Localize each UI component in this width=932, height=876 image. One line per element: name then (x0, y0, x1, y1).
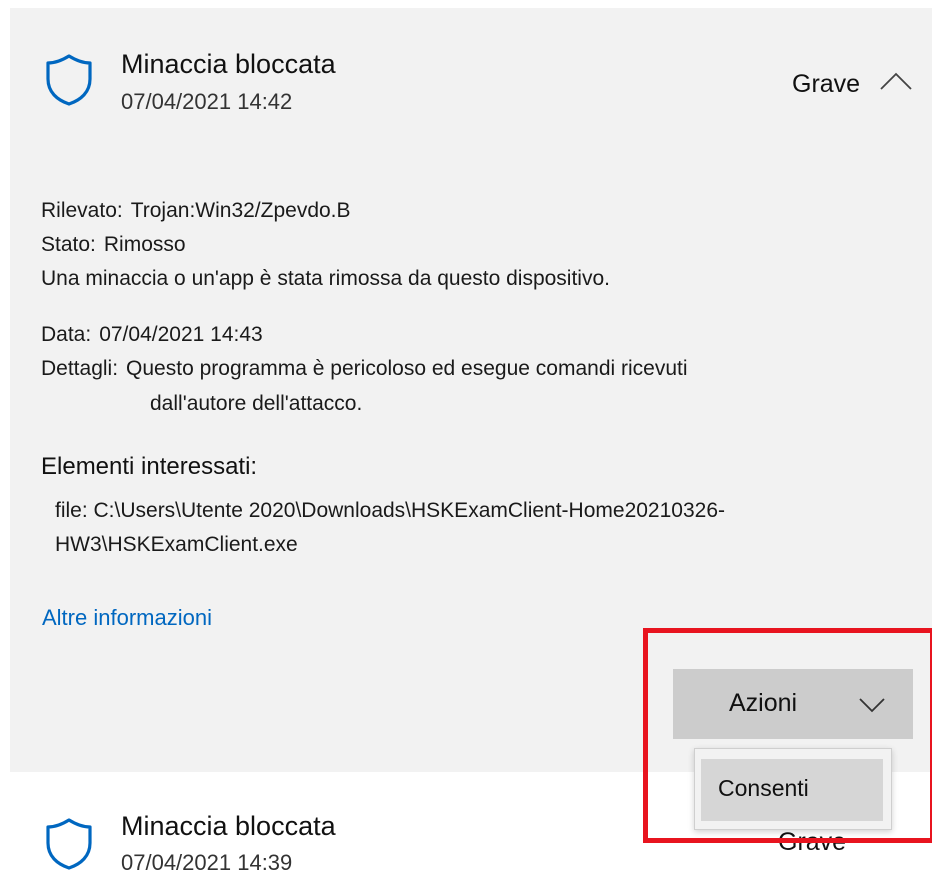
threat-title-2: Minaccia bloccata (121, 811, 336, 841)
threat-title: Minaccia bloccata (121, 49, 336, 79)
threat-date-2: 07/04/2021 14:39 (121, 850, 293, 875)
actions-button[interactable]: Azioni (673, 669, 913, 739)
details-row: Dettagli: Questo programma è pericoloso e… (41, 357, 688, 381)
status-row: Stato: Rimosso (41, 233, 186, 257)
detected-row: Rilevato: Trojan:Win32/Zpevdo.B (41, 199, 351, 223)
chevron-down-icon (859, 698, 885, 713)
affected-items-title: Elementi interessati: (41, 453, 258, 480)
actions-menu: Consenti (694, 748, 892, 830)
detected-label: Rilevato: (41, 199, 123, 222)
severity-label: Grave (792, 70, 861, 98)
actions-label: Azioni (729, 689, 798, 717)
chevron-up-icon[interactable] (879, 71, 913, 91)
status-value: Rimosso (103, 233, 186, 256)
status-description: Una minaccia o un'app è stata rimossa da… (41, 267, 610, 290)
menu-item-label: Consenti (718, 775, 809, 801)
shield-icon (44, 53, 94, 107)
threat-date: 07/04/2021 14:42 (121, 89, 293, 114)
threat-card-expanded (10, 8, 932, 772)
details-label: Dettagli: (41, 357, 119, 380)
details-value-line1: Questo programma è pericoloso ed esegue … (126, 357, 688, 380)
status-label: Stato: (41, 233, 96, 256)
affected-file-path: file: C:\Users\Utente 2020\Downloads\HSK… (55, 499, 725, 522)
affected-file-path-cont: HW3\HSKExamClient.exe (55, 533, 298, 556)
detected-value: Trojan:Win32/Zpevdo.B (130, 199, 351, 222)
severity-label-2: Grave (778, 828, 847, 856)
date-label: Data: (41, 323, 92, 346)
more-info-link[interactable]: Altre informazioni (42, 605, 212, 631)
menu-item-consenti[interactable]: Consenti (701, 759, 883, 821)
date-row: Data: 07/04/2021 14:43 (41, 323, 263, 347)
details-value-line2: dall'autore dell'attacco. (150, 392, 363, 415)
date-value: 07/04/2021 14:43 (99, 323, 263, 346)
shield-icon (44, 817, 94, 871)
